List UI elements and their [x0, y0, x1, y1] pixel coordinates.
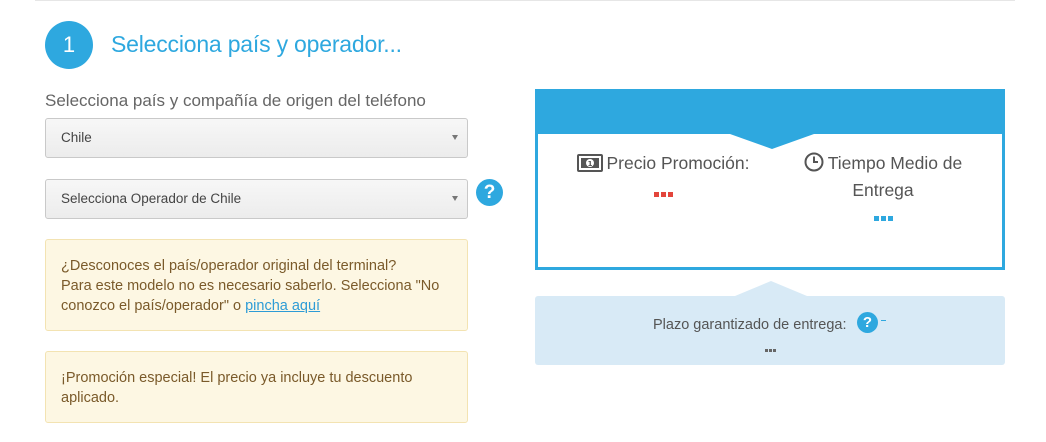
panel-header [538, 92, 1002, 134]
delivery-pointer [735, 281, 807, 296]
unknown-note-line1: ¿Desconoces el país/operador original de… [61, 258, 397, 274]
clock-icon [804, 152, 824, 178]
price-summary-panel: 1 Precio Promoción: Tiempo Medio de Entr… [535, 89, 1005, 270]
panel-pointer [730, 134, 814, 149]
operator-select[interactable]: Selecciona Operador de Chile [45, 179, 468, 219]
guaranteed-delivery-box: Plazo garantizado de entrega: ? [535, 296, 1005, 365]
unknown-operator-note: ¿Desconoces el país/operador original de… [45, 239, 468, 331]
promo-note: ¡Promoción especial! El precio ya incluy… [45, 351, 468, 423]
operator-select-value: Selecciona Operador de Chile [61, 191, 242, 206]
price-loading-indicator [653, 184, 674, 202]
delivery-loading-indicator [764, 340, 776, 356]
price-block: 1 Precio Promoción: [573, 151, 753, 202]
money-icon: 1 [576, 154, 603, 178]
help-link-underline[interactable] [881, 320, 886, 321]
time-label: Tiempo Medio de Entrega [827, 153, 963, 200]
promo-text: ¡Promoción especial! El precio ya incluy… [61, 370, 413, 406]
country-select[interactable]: Chile [45, 118, 468, 158]
svg-text:1: 1 [587, 160, 592, 168]
origin-label: Selecciona país y compañía de origen del… [45, 91, 426, 110]
time-loading-indicator [873, 208, 894, 226]
step-number-badge: 1 [45, 21, 93, 69]
click-here-link[interactable]: pincha aquí [245, 298, 320, 314]
price-label: Precio Promoción: [606, 153, 750, 173]
step-title: Selecciona país y operador... [111, 31, 402, 57]
delivery-time-block: Tiempo Medio de Entrega [793, 151, 973, 226]
help-icon[interactable]: ? [857, 312, 878, 333]
country-select-value: Chile [61, 130, 92, 145]
chevron-down-icon [452, 135, 458, 140]
help-icon[interactable]: ? [476, 179, 503, 206]
chevron-down-icon [452, 196, 458, 201]
top-divider [35, 0, 1015, 1]
delivery-label: Plazo garantizado de entrega: [653, 317, 847, 333]
